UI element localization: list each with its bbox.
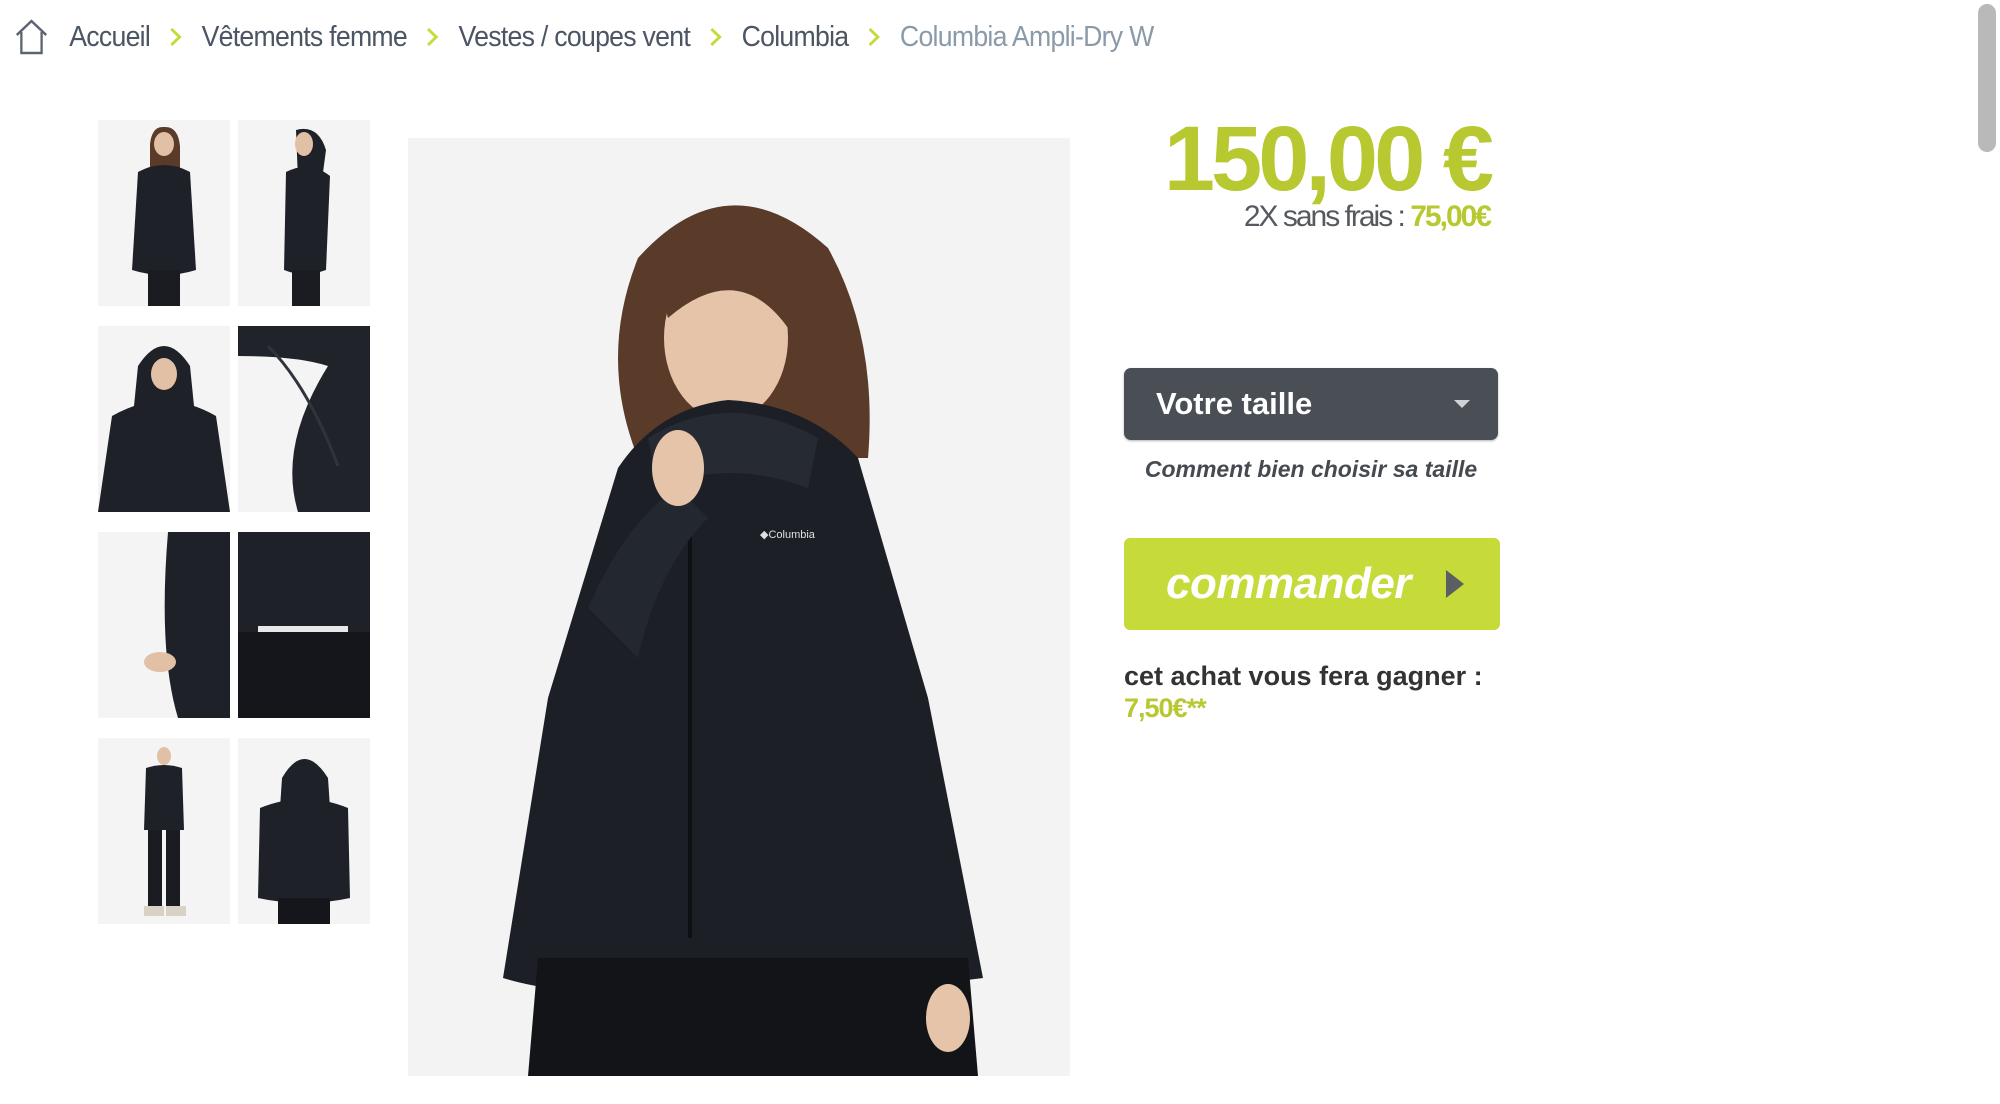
- thumbnail-pocket[interactable]: [98, 532, 230, 718]
- installments-info: 2X sans frais : 75,00€: [1100, 200, 1492, 234]
- chevron-right-icon: [868, 27, 880, 47]
- thumbnail-hem[interactable]: [238, 532, 370, 718]
- thumbnail-hood[interactable]: [98, 326, 230, 512]
- caret-down-icon: [1454, 400, 1470, 408]
- main-product-image[interactable]: ◆Columbia: [408, 138, 1070, 1076]
- vertical-scrollbar[interactable]: [1972, 0, 2000, 1104]
- thumbnail-sleeve[interactable]: [238, 326, 370, 512]
- breadcrumb-current-product: Columbia Ampli-Dry W: [899, 20, 1154, 53]
- chevron-right-icon: [170, 27, 182, 47]
- chevron-right-icon: [427, 27, 439, 47]
- installments-amount: 75,00€: [1410, 200, 1492, 233]
- thumbnail-side[interactable]: [238, 120, 370, 306]
- breadcrumb-womens-clothing[interactable]: Vêtements femme: [202, 21, 408, 54]
- order-button-label: commander: [1166, 559, 1411, 608]
- thumbnail-back[interactable]: [238, 738, 370, 924]
- scrollbar-thumb[interactable]: [1978, 4, 1996, 152]
- installments-label: 2X sans frais :: [1243, 200, 1411, 233]
- product-photo: ◆Columbia: [408, 138, 1070, 1076]
- reward-amount: 7,50€**: [1124, 693, 1207, 723]
- size-guide-link[interactable]: Comment bien choisir sa taille: [1124, 456, 1498, 483]
- product-price: 150,00 €: [1163, 108, 1494, 210]
- breadcrumb-jackets[interactable]: Vestes / coupes vent: [459, 21, 691, 54]
- reward-info: cet achat vous fera gagner : 7,50€**: [1124, 660, 1524, 724]
- home-icon[interactable]: [14, 17, 49, 57]
- chevron-right-icon: [710, 27, 722, 47]
- thumbnail-full-body[interactable]: [98, 738, 230, 924]
- product-page: Accueil Vêtements femme Vestes / coupes …: [0, 0, 2000, 1104]
- order-button[interactable]: commander: [1124, 538, 1500, 630]
- size-select[interactable]: Votre taille: [1124, 368, 1498, 440]
- breadcrumb-brand[interactable]: Columbia: [742, 21, 850, 54]
- breadcrumb: Accueil Vêtements femme Vestes / coupes …: [14, 12, 1154, 62]
- breadcrumb-home[interactable]: Accueil: [69, 21, 151, 54]
- thumbnail-front[interactable]: [98, 120, 230, 306]
- svg-text:◆Columbia: ◆Columbia: [760, 529, 816, 541]
- size-select-label: Votre taille: [1156, 386, 1313, 421]
- reward-label: cet achat vous fera gagner :: [1124, 661, 1483, 691]
- play-arrow-icon: [1446, 570, 1464, 598]
